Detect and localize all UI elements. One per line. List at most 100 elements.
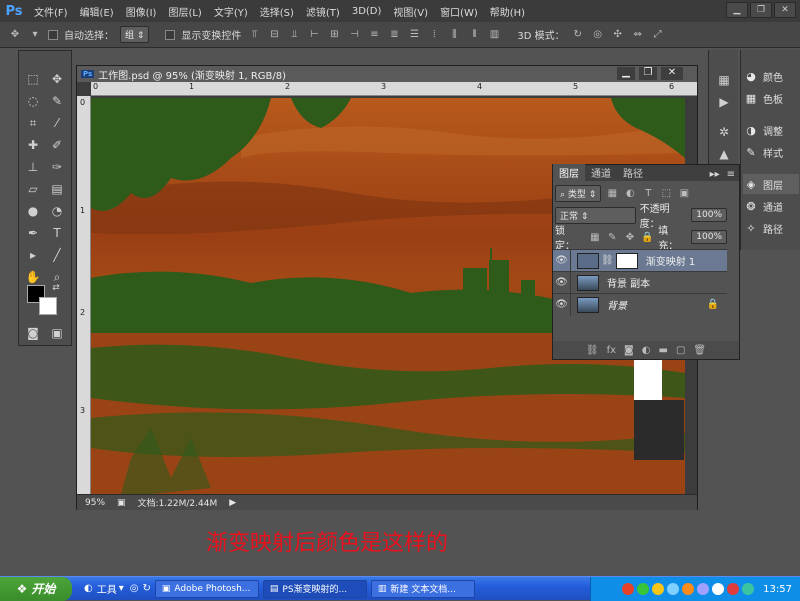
history-panel-icon[interactable]: ▦ xyxy=(713,70,735,90)
tray-app-icon[interactable] xyxy=(712,583,725,595)
3d-scale-icon[interactable]: ⤢ xyxy=(651,28,665,42)
panel-collapse-icon[interactable]: ▸▸ xyxy=(707,168,723,181)
tab-layers[interactable]: 图层 xyxy=(553,164,585,181)
tray-app-icon[interactable] xyxy=(742,583,755,595)
quick-launch-icon[interactable]: ◐ xyxy=(84,583,93,594)
layer-kind-dropdown[interactable]: ⌕ 类型 ⇕ xyxy=(555,184,602,202)
refresh-icon[interactable]: ↻ xyxy=(143,583,151,594)
zoom-level[interactable]: 95% xyxy=(85,498,105,508)
menu-file[interactable]: 文件(F) xyxy=(28,4,74,19)
paths-panel-tab[interactable]: ✧ 路径 xyxy=(743,218,799,238)
chevron-down-icon[interactable]: ▾ xyxy=(119,583,124,594)
swap-colors-icon[interactable]: ⇄ xyxy=(49,281,63,295)
align-left-icon[interactable]: ⊢ xyxy=(307,28,321,42)
menu-layer[interactable]: 图层(L) xyxy=(162,4,207,19)
document-title-bar[interactable]: Ps 工作图.psd @ 95% (渐变映射 1, RGB/8) ▁ ❐ ✕ xyxy=(77,66,697,82)
distribute-bottom-icon[interactable]: ☰ xyxy=(407,28,421,42)
auto-select-checkbox[interactable] xyxy=(48,29,58,40)
status-menu-icon[interactable]: ▶ xyxy=(229,498,236,508)
tools-label[interactable]: 工具 xyxy=(97,581,117,596)
filter-shape-icon[interactable]: ⬚ xyxy=(659,186,673,200)
swatches-panel-tab[interactable]: ▦ 色板 xyxy=(743,88,799,108)
quick-select-icon[interactable]: ✎ xyxy=(46,91,68,111)
new-layer-icon[interactable]: ▢ xyxy=(676,345,685,356)
align-right-icon[interactable]: ⊣ xyxy=(347,28,361,42)
brush-preset-icon[interactable]: ✲ xyxy=(713,122,735,142)
visibility-eye-icon[interactable]: 👁 xyxy=(553,271,571,294)
tray-app-icon[interactable] xyxy=(727,583,740,595)
adjustments-panel-tab[interactable]: ◑ 调整 xyxy=(743,120,799,140)
blend-mode-dropdown[interactable]: 正常 ⇕ xyxy=(555,206,636,224)
tray-app-icon[interactable] xyxy=(622,583,635,595)
menu-filter[interactable]: 滤镜(T) xyxy=(300,4,346,19)
clock[interactable]: 13:57 xyxy=(763,584,792,595)
lasso-tool-icon[interactable]: ◌ xyxy=(22,91,44,111)
link-layers-icon[interactable]: ⛓ xyxy=(586,345,599,356)
visibility-eye-icon[interactable]: 👁 xyxy=(553,249,571,272)
path-select-icon[interactable]: ▸ xyxy=(22,245,44,265)
lock-position-icon[interactable]: ✥ xyxy=(623,230,637,244)
menu-select[interactable]: 选择(S) xyxy=(254,4,300,19)
visibility-eye-icon[interactable]: 👁 xyxy=(553,293,571,316)
new-adjustment-icon[interactable]: ◐ xyxy=(642,345,651,356)
fill-field[interactable]: 100% xyxy=(691,230,727,244)
3d-pan-icon[interactable]: ✣ xyxy=(611,28,625,42)
color-panel-tab[interactable]: ◕ 颜色 xyxy=(743,66,799,86)
doc-close-icon[interactable]: ✕ xyxy=(661,67,683,80)
menu-help[interactable]: 帮助(H) xyxy=(484,4,531,19)
gradient-tool-icon[interactable]: ▤ xyxy=(46,179,68,199)
lock-transparent-icon[interactable]: ▦ xyxy=(588,230,602,244)
new-group-icon[interactable]: ▬ xyxy=(658,345,667,356)
blur-tool-icon[interactable]: ● xyxy=(22,201,44,221)
pen-tool-icon[interactable]: ✒ xyxy=(22,223,44,243)
start-button[interactable]: ❖ 开始 xyxy=(0,576,72,601)
background-color-swatch[interactable] xyxy=(39,297,57,315)
browser-icon[interactable]: ◎ xyxy=(130,583,139,594)
tray-app-icon[interactable] xyxy=(667,583,680,595)
3d-roll-icon[interactable]: ◎ xyxy=(591,28,605,42)
menu-edit[interactable]: 编辑(E) xyxy=(74,4,120,19)
minimize-icon[interactable]: ▁ xyxy=(726,2,748,18)
align-bottom-icon[interactable]: ⫫ xyxy=(287,28,301,42)
menu-type[interactable]: 文字(Y) xyxy=(208,4,254,19)
opacity-field[interactable]: 100% xyxy=(691,208,727,222)
tab-channels[interactable]: 通道 xyxy=(585,164,617,181)
menu-3d[interactable]: 3D(D) xyxy=(346,6,388,17)
lock-pixels-icon[interactable]: ✎ xyxy=(606,230,620,244)
screen-mode-icon[interactable]: ▣ xyxy=(46,323,68,343)
marquee-tool-icon[interactable]: ⬚ xyxy=(22,69,44,89)
align-top-icon[interactable]: ⫪ xyxy=(247,28,261,42)
tray-app-icon[interactable] xyxy=(697,583,710,595)
eyedropper-icon[interactable]: ⁄ xyxy=(46,113,68,133)
hand-tool-icon[interactable]: ✋ xyxy=(22,267,44,287)
move-tool-icon[interactable]: ✥ xyxy=(46,69,68,89)
delete-layer-icon[interactable]: 🗑 xyxy=(693,345,706,356)
auto-select-dropdown[interactable]: 组 ⇕ xyxy=(120,26,150,43)
show-transform-checkbox[interactable] xyxy=(165,29,176,40)
tray-app-icon[interactable] xyxy=(637,583,650,595)
lock-all-icon[interactable]: 🔒 xyxy=(641,230,655,244)
tray-app-icon[interactable] xyxy=(682,583,695,595)
task-folder[interactable]: ▤ PS渐变映射的... xyxy=(262,579,367,598)
quick-mask-icon[interactable]: ◙ xyxy=(22,323,44,343)
chevron-down-icon[interactable]: ▾ xyxy=(28,28,42,42)
doc-restore-icon[interactable]: ❐ xyxy=(639,67,657,80)
actions-panel-icon[interactable]: ▶ xyxy=(713,92,735,112)
distribute-left-icon[interactable]: ⦙ xyxy=(427,28,441,42)
close-icon[interactable]: ✕ xyxy=(774,2,796,18)
align-center-icon[interactable]: ⊞ xyxy=(327,28,341,42)
distribute-top-icon[interactable]: ≡ xyxy=(367,28,381,42)
healing-brush-icon[interactable]: ✚ xyxy=(22,135,44,155)
clone-stamp-icon[interactable]: ⊥ xyxy=(22,157,44,177)
distribute-center-icon[interactable]: ⫼ xyxy=(447,28,461,42)
doc-info-icon[interactable]: ▣ xyxy=(117,498,126,508)
filter-type-icon[interactable]: T xyxy=(641,186,655,200)
move-tool-icon[interactable]: ✥ xyxy=(8,28,22,42)
task-photoshop[interactable]: ▣ Adobe Photosh... xyxy=(154,579,259,598)
histogram-icon[interactable]: ▲ xyxy=(713,144,735,164)
layer-row-background-copy[interactable]: 👁 背景 副本 xyxy=(553,271,727,294)
history-brush-icon[interactable]: ✑ xyxy=(46,157,68,177)
restore-icon[interactable]: ❐ xyxy=(750,2,772,18)
fx-icon[interactable]: fx xyxy=(607,345,616,356)
tab-paths[interactable]: 路径 xyxy=(617,164,649,181)
